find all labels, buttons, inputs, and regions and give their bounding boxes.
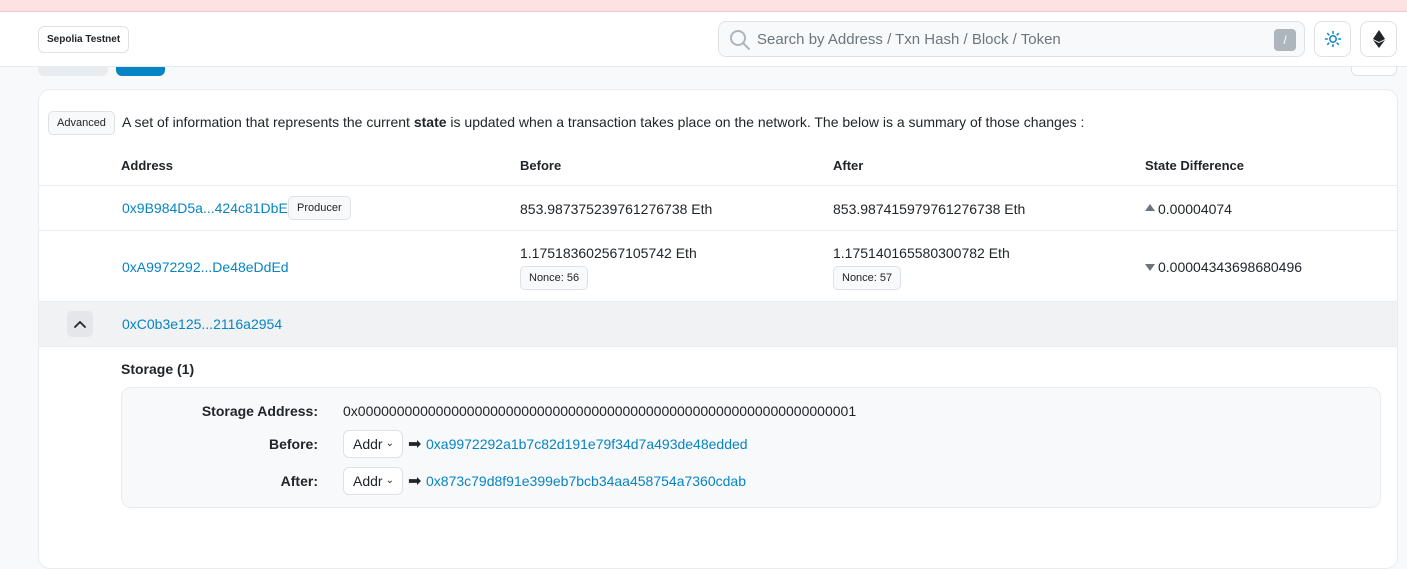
before-nonce-badge: Nonce: 56 <box>520 266 589 290</box>
tab-partial-active[interactable] <box>116 67 165 76</box>
search-icon <box>730 30 750 50</box>
tab-partial-right[interactable] <box>1351 67 1397 76</box>
column-header-address: Address <box>121 158 174 173</box>
sun-icon <box>1324 30 1341 48</box>
after-value-row1: 853.987415979761276738 Eth <box>833 201 1026 217</box>
before-value-row2: 1.175183602567105742 Eth <box>520 245 697 261</box>
after-value-row2: 1.175140165580300782 Eth <box>833 245 1010 261</box>
column-header-before: Before <box>520 158 562 173</box>
state-diff-row1: 0.00004074 <box>1158 201 1232 217</box>
storage-after-link[interactable]: 0x873c79d8f91e399eb7bcb34aa458754a7360cd… <box>426 473 746 489</box>
after-nonce-badge: Nonce: 57 <box>833 266 902 290</box>
state-intro-text: A set of information that represents the… <box>122 114 1084 130</box>
intro-suffix: is updated when a transaction takes plac… <box>446 114 1085 130</box>
right-arrow-icon: ➡ <box>408 436 422 453</box>
column-header-after: After <box>833 158 864 173</box>
theme-toggle-button[interactable] <box>1314 21 1351 57</box>
storage-before-label: Before: <box>268 436 318 452</box>
search-bar[interactable]: / <box>718 21 1305 57</box>
storage-address-value: 0x00000000000000000000000000000000000000… <box>343 403 857 419</box>
caret-down-icon <box>1145 264 1155 271</box>
advanced-badge[interactable]: Advanced <box>48 111 115 135</box>
chevron-down-icon: ⌄ <box>385 438 394 449</box>
expanded-row: 0xC0b3e125...2116a2954 <box>39 301 1397 347</box>
divider <box>39 230 1397 231</box>
tab-partial-1[interactable] <box>38 67 108 76</box>
collapse-button[interactable] <box>67 311 93 337</box>
address-link-row2[interactable]: 0xA9972292...De48eDdEd <box>122 259 289 275</box>
producer-badge: Producer <box>288 196 351 220</box>
caret-up-icon <box>1145 204 1155 211</box>
chevron-up-icon <box>74 321 86 328</box>
search-shortcut-key: / <box>1274 29 1296 51</box>
column-header-state-difference: State Difference <box>1145 158 1244 173</box>
address-link-row1[interactable]: 0x9B984D5a...424c81DbE <box>122 200 288 216</box>
network-switch-button[interactable] <box>1360 21 1397 57</box>
storage-details-box: Storage Address: 0x000000000000000000000… <box>121 387 1381 508</box>
storage-title: Storage (1) <box>121 361 195 377</box>
right-arrow-icon: ➡ <box>408 473 422 490</box>
before-format-select[interactable]: Addr ⌄ <box>343 430 403 458</box>
state-diff-row2: 0.00004343698680496 <box>1158 259 1303 275</box>
state-changes-card: Advanced A set of information that repre… <box>38 89 1398 569</box>
address-link-row3[interactable]: 0xC0b3e125...2116a2954 <box>122 316 282 332</box>
after-format-select[interactable]: Addr ⌄ <box>343 467 403 495</box>
storage-address-label: Storage Address: <box>201 403 318 419</box>
chevron-down-icon: ⌄ <box>385 475 394 486</box>
intro-bold: state <box>413 114 447 130</box>
storage-after-label: After: <box>280 473 318 489</box>
intro-prefix: A set of information that represents the… <box>122 114 414 130</box>
network-badge[interactable]: Sepolia Testnet <box>38 26 130 53</box>
storage-before-link[interactable]: 0xa9972292a1b7c82d191e79f34d7a493de48edd… <box>426 436 748 452</box>
divider <box>39 185 1397 186</box>
search-input[interactable] <box>757 22 1257 56</box>
top-alert-strip <box>0 0 1407 12</box>
before-value-row1: 853.987375239761276738 Eth <box>520 201 713 217</box>
before-format-value: Addr <box>353 436 383 452</box>
header: Sepolia Testnet / <box>0 12 1407 67</box>
after-format-value: Addr <box>353 473 383 489</box>
ethereum-icon <box>1372 30 1385 48</box>
